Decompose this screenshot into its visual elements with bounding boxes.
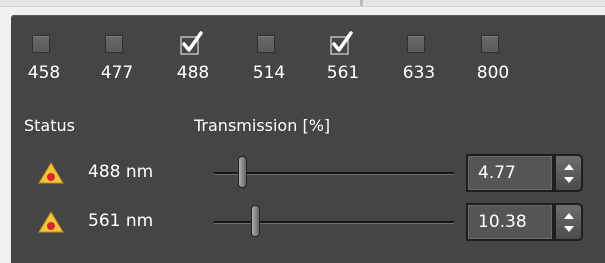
laser-row-488: 488 nm 4.77 xyxy=(11,152,605,194)
laser-label-488: 488 xyxy=(176,63,210,83)
laser-label-458: 458 xyxy=(27,63,61,83)
checkbox-561[interactable] xyxy=(330,31,353,55)
laser-label-561: 561 xyxy=(326,63,360,83)
transmission-slider-thumb[interactable] xyxy=(238,156,248,188)
transmission-slider-track[interactable] xyxy=(214,205,454,237)
spin-buttons[interactable] xyxy=(554,154,583,192)
checkmark-icon xyxy=(330,31,353,55)
wavelength-label: 488 nm xyxy=(88,162,154,182)
laser-row-561: 561 nm 10.38 xyxy=(11,201,605,243)
decrement-arrow-icon[interactable] xyxy=(564,226,574,232)
transmission-slider-track[interactable] xyxy=(214,156,454,188)
spin-buttons[interactable] xyxy=(554,203,583,241)
increment-arrow-icon[interactable] xyxy=(564,164,574,170)
wavelength-label: 561 nm xyxy=(88,211,154,231)
top-border xyxy=(0,0,605,7)
laser-477[interactable]: 477 xyxy=(97,35,141,97)
laser-633[interactable]: 633 xyxy=(399,35,443,97)
window-frame: 458 477 488 514 561 633 800 Status Trans… xyxy=(0,0,605,263)
checkbox-514[interactable] xyxy=(257,35,275,53)
laser-panel: 458 477 488 514 561 633 800 Status Trans… xyxy=(11,15,605,263)
laser-label-800: 800 xyxy=(476,63,510,83)
checkbox-458[interactable] xyxy=(32,35,50,53)
splitter-notch xyxy=(360,0,363,6)
checkbox-800[interactable] xyxy=(481,35,499,53)
warning-icon xyxy=(38,162,64,184)
laser-label-477: 477 xyxy=(100,63,134,83)
status-header: Status xyxy=(24,116,75,135)
laser-800[interactable]: 800 xyxy=(473,35,517,97)
laser-458[interactable]: 458 xyxy=(24,35,68,97)
transmission-value-field[interactable]: 10.38 xyxy=(466,203,554,241)
laser-488[interactable]: 488 xyxy=(173,31,217,97)
laser-label-633: 633 xyxy=(402,63,436,83)
laser-514[interactable]: 514 xyxy=(249,35,293,97)
increment-arrow-icon[interactable] xyxy=(564,213,574,219)
transmission-header: Transmission [%] xyxy=(194,116,331,135)
laser-561[interactable]: 561 xyxy=(323,31,367,97)
checkbox-477[interactable] xyxy=(105,35,123,53)
transmission-spinbox[interactable]: 4.77 xyxy=(466,154,585,192)
transmission-value-field[interactable]: 4.77 xyxy=(466,154,554,192)
checkmark-icon xyxy=(180,31,203,55)
checkbox-633[interactable] xyxy=(407,35,425,53)
transmission-slider-thumb[interactable] xyxy=(250,205,260,237)
transmission-spinbox[interactable]: 10.38 xyxy=(466,203,585,241)
warning-icon xyxy=(38,211,64,233)
decrement-arrow-icon[interactable] xyxy=(564,177,574,183)
laser-label-514: 514 xyxy=(252,63,286,83)
checkbox-488[interactable] xyxy=(180,31,203,55)
